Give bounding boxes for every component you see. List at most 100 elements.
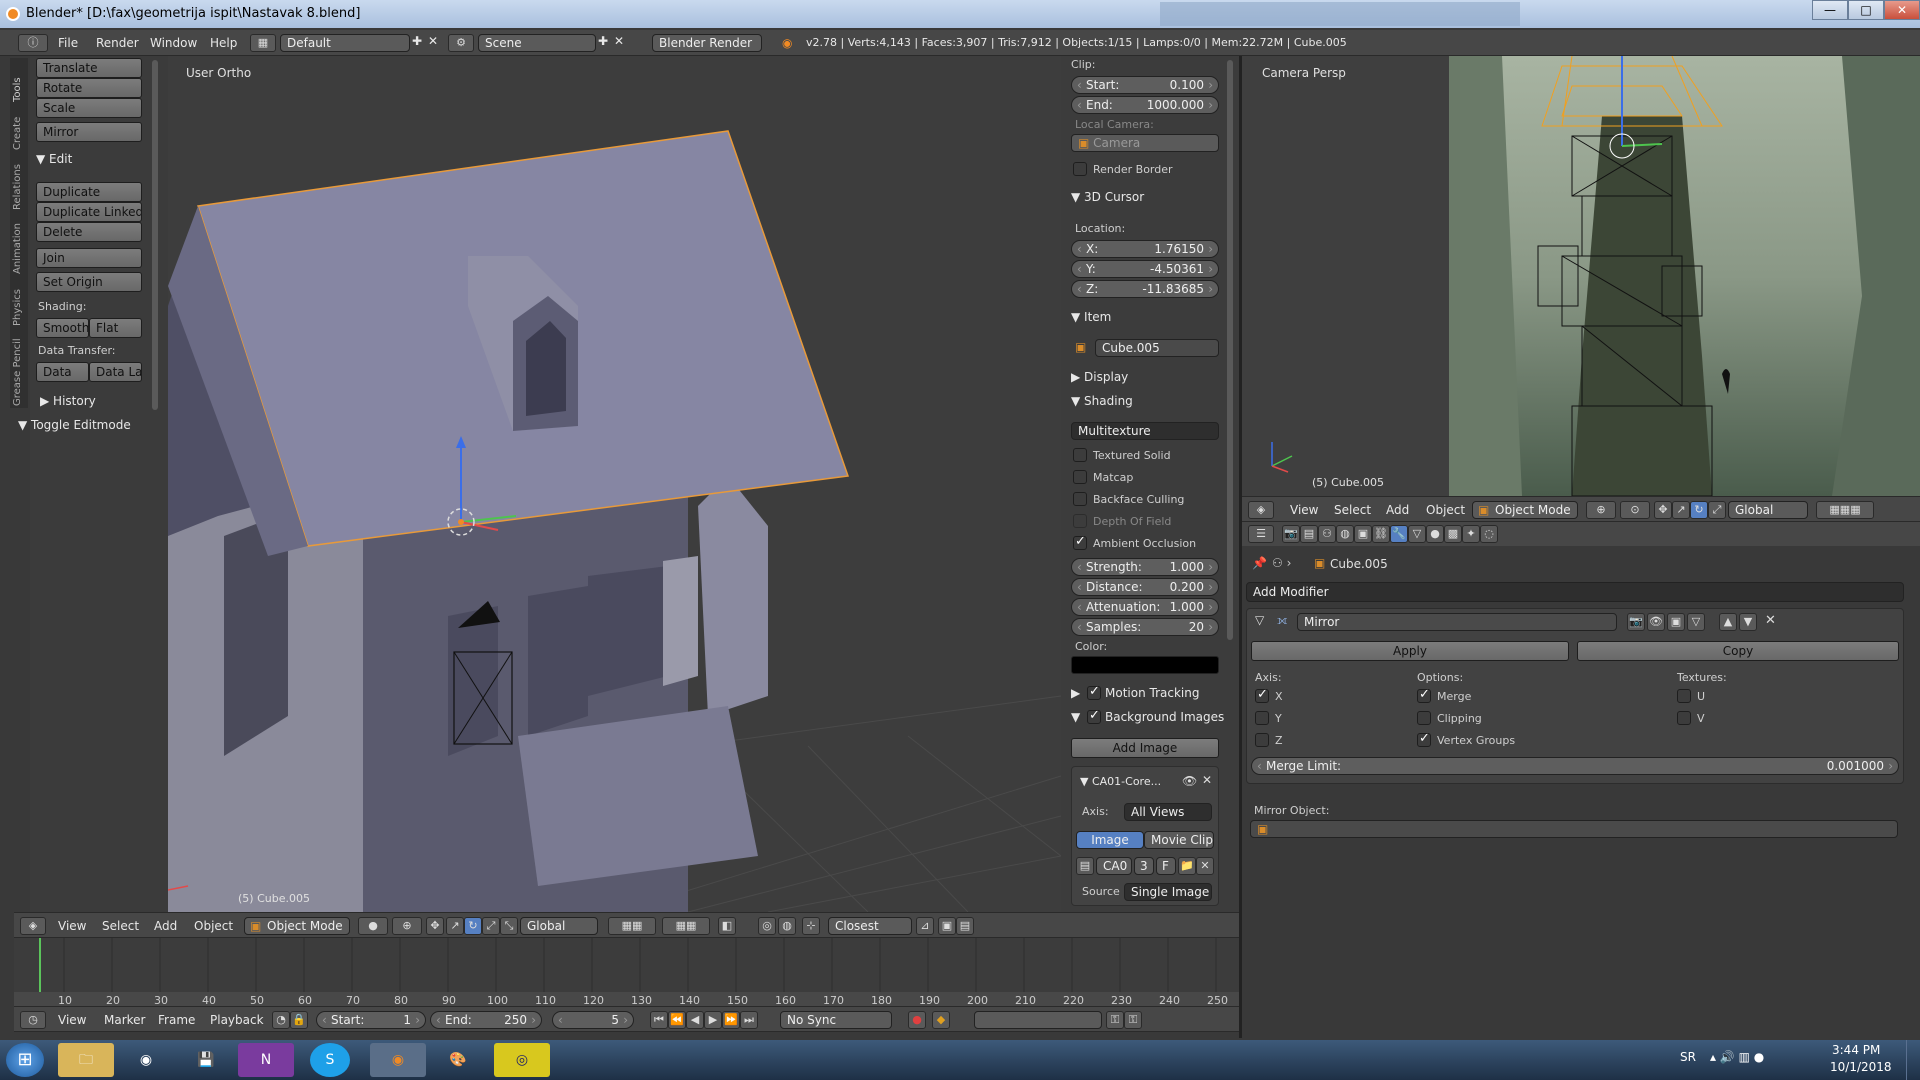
eye-icon[interactable]: 👁: [1182, 774, 1197, 788]
minimize-button[interactable]: —: [1812, 0, 1848, 20]
backface-culling-checkbox[interactable]: [1073, 492, 1087, 506]
info-editor-icon[interactable]: ⓘ: [18, 34, 48, 52]
bg-image-header[interactable]: ▼ CA01-Core...: [1080, 775, 1161, 788]
remove-layout-icon[interactable]: ✕: [428, 34, 438, 48]
texture-v-checkbox[interactable]: [1677, 711, 1691, 725]
camera-manip-toggle-icon[interactable]: ✥: [1654, 501, 1672, 519]
current-frame-field[interactable]: 5: [552, 1011, 634, 1029]
timeline-editor-icon[interactable]: ◷: [20, 1011, 46, 1029]
render-anim-icon[interactable]: ▤: [956, 917, 974, 935]
axis-z-checkbox[interactable]: [1255, 733, 1269, 747]
falloff-icon[interactable]: ◍: [778, 917, 796, 935]
3d-cursor-header[interactable]: ▼ 3D Cursor: [1071, 190, 1144, 204]
modifiers-tab-icon[interactable]: 🔧: [1390, 525, 1408, 543]
toggle-editmode-header[interactable]: ▼ Toggle Editmode: [18, 418, 131, 432]
material-tab-icon[interactable]: ●: [1426, 525, 1444, 543]
collapse-modifier-icon[interactable]: ▽: [1255, 613, 1264, 627]
camera-mode-select[interactable]: ▣ Object Mode: [1472, 501, 1578, 519]
layout-icon[interactable]: ▦: [250, 34, 276, 52]
next-key-icon[interactable]: ⏩: [722, 1011, 740, 1029]
bg-axis-select[interactable]: All Views: [1124, 803, 1212, 821]
copy-button[interactable]: Copy: [1577, 641, 1899, 661]
scene-tab-icon[interactable]: ⚇: [1318, 525, 1336, 543]
unlink-image-icon[interactable]: ✕: [1196, 857, 1214, 875]
menu-help[interactable]: Help: [210, 36, 237, 50]
camera-translate-icon[interactable]: ↗: [1672, 501, 1690, 519]
camera-layers-icon[interactable]: ▦▦▦: [1816, 501, 1874, 519]
prev-key-icon[interactable]: ⏪: [668, 1011, 686, 1029]
constraints-tab-icon[interactable]: ⛓: [1372, 525, 1390, 543]
particles-tab-icon[interactable]: ✦: [1462, 525, 1480, 543]
view-menu[interactable]: View: [58, 919, 86, 933]
show-viewport-icon[interactable]: 👁: [1647, 613, 1665, 631]
camera-editor-type-icon[interactable]: ◈: [1248, 501, 1274, 519]
set-origin-button[interactable]: Set Origin: [36, 272, 142, 292]
clock-date[interactable]: 10/1/2018: [1830, 1060, 1892, 1074]
remove-bg-icon[interactable]: ✕: [1202, 773, 1212, 787]
image-browse-icon[interactable]: ▤: [1076, 857, 1094, 875]
add-image-button[interactable]: Add Image: [1071, 738, 1219, 758]
axis-y-checkbox[interactable]: [1255, 711, 1269, 725]
join-button[interactable]: Join: [36, 248, 142, 268]
record-icon[interactable]: ●: [908, 1011, 926, 1029]
cursor-y-field[interactable]: Y: -4.50361: [1071, 260, 1219, 278]
modifier-name-field[interactable]: Mirror: [1297, 613, 1617, 631]
jump-start-icon[interactable]: ⏮: [650, 1011, 668, 1029]
background-images-checkbox[interactable]: [1087, 708, 1101, 724]
display-header[interactable]: ▶ Display: [1071, 370, 1128, 384]
pin-icon[interactable]: 📌: [1252, 556, 1267, 570]
item-name-field[interactable]: Cube.005: [1095, 339, 1219, 357]
flat-button[interactable]: Flat: [89, 318, 142, 338]
data-layout-button[interactable]: Data La: [89, 362, 142, 382]
add-modifier-select[interactable]: Add Modifier: [1246, 582, 1904, 602]
start-frame-field[interactable]: Start: 1: [316, 1011, 426, 1029]
mirror-button[interactable]: Mirror: [36, 122, 142, 142]
tab-relations[interactable]: Relations: [12, 154, 23, 210]
data-button[interactable]: Data: [36, 362, 89, 382]
proportional-edit-icon[interactable]: ◎: [758, 917, 776, 935]
preview-range-icon[interactable]: ◔: [272, 1011, 290, 1029]
camera-object-menu[interactable]: Object: [1426, 503, 1465, 517]
manipulator-toggle-icon[interactable]: ✥: [426, 917, 444, 935]
camera-scale-icon[interactable]: ⤢: [1708, 501, 1726, 519]
move-up-icon[interactable]: ▲: [1719, 613, 1737, 631]
onenote-icon[interactable]: N: [238, 1043, 294, 1077]
movie-clip-tab[interactable]: Movie Clip: [1144, 831, 1214, 849]
camera-pivot-icon[interactable]: ⊙: [1620, 501, 1650, 519]
snap-align-icon[interactable]: ⊿: [916, 917, 934, 935]
active-app-icon[interactable]: ◎: [494, 1043, 550, 1077]
timeline-view-menu[interactable]: View: [58, 1013, 86, 1027]
tab-animation[interactable]: Animation: [12, 214, 23, 274]
render-tab-icon[interactable]: 📷: [1282, 525, 1300, 543]
jump-end-icon[interactable]: ⏭: [740, 1011, 758, 1029]
image-name-field[interactable]: CA0: [1096, 857, 1132, 875]
translate-manip-icon[interactable]: ↗: [446, 917, 464, 935]
render-icon[interactable]: ▣: [938, 917, 956, 935]
motion-tracking-checkbox[interactable]: [1087, 684, 1101, 700]
pivot-icon[interactable]: ⊕: [392, 917, 422, 935]
mode-select[interactable]: ▣ Object Mode: [244, 917, 350, 935]
remove-scene-icon[interactable]: ✕: [614, 34, 624, 48]
image-users-field[interactable]: 3: [1134, 857, 1154, 875]
delete-key-icon[interactable]: ⚿: [1124, 1011, 1142, 1029]
apply-button[interactable]: Apply: [1251, 641, 1569, 661]
smooth-button[interactable]: Smooth: [36, 318, 89, 338]
delete-button[interactable]: Delete: [36, 222, 142, 242]
select-menu[interactable]: Select: [102, 919, 139, 933]
layout-field[interactable]: Default: [280, 34, 410, 52]
add-menu[interactable]: Add: [154, 919, 177, 933]
camera-rotate-icon[interactable]: ↻: [1690, 501, 1708, 519]
extra-manip-icon[interactable]: ⤡: [500, 917, 518, 935]
object-menu[interactable]: Object: [194, 919, 233, 933]
rotate-manip-icon[interactable]: ↻: [464, 917, 482, 935]
blender-taskbar-icon[interactable]: ◉: [370, 1043, 426, 1077]
frame-menu[interactable]: Frame: [158, 1013, 195, 1027]
insert-key-icon[interactable]: ⚿: [1106, 1011, 1124, 1029]
matcap-checkbox[interactable]: [1073, 470, 1087, 484]
data-tab-icon[interactable]: ▽: [1408, 525, 1426, 543]
background-images-header[interactable]: ▼: [1071, 710, 1080, 724]
axis-x-checkbox[interactable]: [1255, 687, 1269, 703]
tray-icons[interactable]: ▴ 🔊 ▥ ●: [1710, 1050, 1764, 1064]
properties-editor-icon[interactable]: ☰: [1248, 525, 1274, 543]
snap-toggle-icon[interactable]: ⊹: [802, 917, 820, 935]
